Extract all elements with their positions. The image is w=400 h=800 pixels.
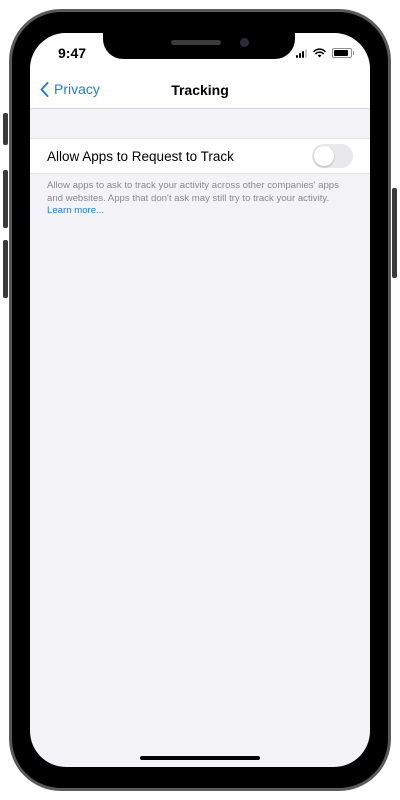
footer-description: Allow apps to ask to track your activity…: [47, 180, 339, 204]
allow-tracking-row: Allow Apps to Request to Track: [30, 138, 370, 174]
volume-down-button: [3, 240, 8, 298]
back-button-label: Privacy: [54, 81, 100, 97]
screen: 9:47 Privacy Tracking Allow Apps to Requ…: [30, 33, 370, 767]
cellular-signal-icon: [296, 49, 307, 58]
earpiece-speaker: [171, 40, 221, 45]
silent-switch: [3, 113, 8, 145]
home-indicator[interactable]: [140, 756, 260, 760]
battery-icon: [332, 48, 354, 58]
learn-more-link[interactable]: Learn more...: [47, 205, 104, 216]
navigation-bar: Privacy Tracking: [30, 73, 370, 109]
toggle-knob: [314, 146, 334, 166]
chevron-left-icon: [40, 81, 49, 97]
allow-tracking-toggle[interactable]: [312, 144, 353, 168]
notch: [103, 33, 295, 59]
status-icons: [296, 48, 354, 58]
power-button: [392, 188, 397, 278]
allow-tracking-label: Allow Apps to Request to Track: [47, 149, 234, 164]
volume-up-button: [3, 170, 8, 228]
back-button[interactable]: Privacy: [40, 81, 100, 97]
status-time: 9:47: [58, 45, 87, 61]
tracking-footer-note: Allow apps to ask to track your activity…: [47, 180, 353, 218]
wifi-icon: [313, 48, 326, 58]
front-camera: [240, 38, 249, 47]
